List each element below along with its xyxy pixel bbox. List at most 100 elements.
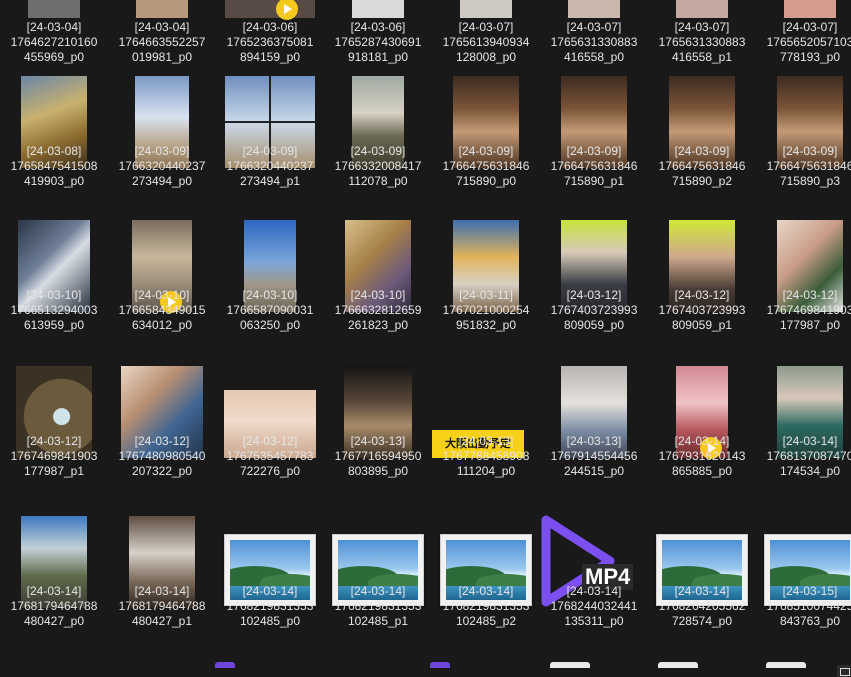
view-toggle-icon[interactable] — [837, 665, 851, 677]
file-name-label: 480427_p1 — [131, 614, 193, 628]
file-name-label: 1765613940934 — [442, 35, 530, 49]
file-name-label: 1765652057103 — [766, 35, 851, 49]
file-name-label: 019981_p0 — [131, 50, 193, 64]
file-name-label: 1767403723993 — [658, 303, 746, 317]
file-tile[interactable]: [24-03-07] 1765631330883 416558_p0 — [540, 0, 648, 85]
file-tile[interactable]: [24-03-13] 1767716594950 803895_p0 — [324, 366, 432, 511]
file-name-label: 1767768458908 — [442, 449, 530, 463]
file-name-label: 894159_p0 — [239, 50, 301, 64]
file-name-label: 1767535457783 — [226, 449, 314, 463]
file-date-label: [24-03-09] — [782, 144, 838, 158]
file-tile[interactable]: [24-03-07] 1765631330883 416558_p1 — [648, 0, 756, 85]
file-grid: [24-03-04] 1764627210160 455969_p0 [24-03-0… — [0, 0, 851, 677]
file-name-label: 613959_p0 — [23, 318, 85, 332]
scroll-hint-right2 — [658, 662, 698, 668]
file-date-label: [24-03-09] — [350, 144, 406, 158]
file-name-label: 1768244032441 — [550, 599, 638, 613]
file-name-label: 728574_p0 — [671, 614, 733, 628]
file-name-label: 1766320440237 — [226, 159, 314, 173]
file-name-label: 1766475631846 — [658, 159, 746, 173]
file-tile[interactable]: [24-03-12] 1767403723993 809059_p0 — [540, 220, 648, 365]
file-name-label: 1766475631846 — [550, 159, 638, 173]
file-tile[interactable]: [24-03-04] 1764627210160 455969_p0 — [0, 0, 108, 85]
file-tile[interactable]: [24-03-07] 1765613940934 128008_p0 — [432, 0, 540, 85]
file-name-label: 1766332008417 — [334, 159, 422, 173]
file-tile[interactable]: [24-03-09] 1766475631846 715890_p1 — [540, 76, 648, 221]
file-tile[interactable]: [24-03-10] 1766584349015 634012_p0 — [108, 220, 216, 365]
file-tile[interactable]: [24-03-10] 1766632812659 261823_p0 — [324, 220, 432, 365]
file-date-label: [24-03-06] — [242, 20, 298, 34]
file-name-label: 1767469841903 — [10, 449, 98, 463]
file-name-label: 1764627210160 — [10, 35, 98, 49]
file-tile[interactable]: [24-03-06] 1765236375081 894159_p0 — [216, 0, 324, 85]
file-date-label: [24-03-13] — [566, 434, 622, 448]
file-tile[interactable]: [24-03-15] 1768510074425 843763_p0 — [756, 516, 851, 661]
file-tile[interactable]: [24-03-09] 1766475631846 715890_p3 — [756, 76, 851, 221]
file-tile[interactable]: 大阪出勤予定 [24-03-13] 1767768458908 111204_p0 — [432, 366, 540, 511]
file-tile[interactable]: MP4 [24-03-14] 1768244032441 135311_p0 — [540, 515, 648, 661]
file-date-label: [24-03-14] — [134, 584, 190, 598]
file-tile[interactable]: [24-03-14] 1767931620143 865885_p0 — [648, 366, 756, 511]
file-name-label: 918181_p0 — [347, 50, 409, 64]
file-name-label: 102485_p0 — [239, 614, 301, 628]
file-tile[interactable]: [24-03-14] 1768219831353 102485_p0 — [216, 516, 324, 661]
file-name-label: 1766320440237 — [118, 159, 206, 173]
file-name-label: 1766475631846 — [442, 159, 530, 173]
file-tile[interactable]: [24-03-08] 1765847541508 419903_p0 — [0, 76, 108, 221]
file-date-label: [24-03-12] — [674, 288, 730, 302]
file-name-label: 865885_p0 — [671, 464, 733, 478]
file-tile[interactable]: [24-03-07] 1765652057103 778193_p0 — [756, 0, 851, 85]
file-tile[interactable]: [24-03-10] 1766587090031 063250_p0 — [216, 220, 324, 365]
file-name-label: 803895_p0 — [347, 464, 409, 478]
file-tile[interactable]: [24-03-11] 1767021000254 951832_p0 — [432, 220, 540, 365]
file-name-label: 1767716594950 — [334, 449, 422, 463]
file-name-label: 102485_p1 — [347, 614, 409, 628]
file-date-label: [24-03-14] — [674, 434, 730, 448]
file-date-label: [24-03-12] — [26, 434, 82, 448]
file-date-label: [24-03-10] — [134, 288, 190, 302]
file-tile[interactable]: [24-03-06] 1765287430691 918181_p0 — [324, 0, 432, 85]
file-date-label: [24-03-08] — [26, 144, 82, 158]
file-name-label: 480427_p0 — [23, 614, 85, 628]
file-tile[interactable]: [24-03-13] 1767914554456 244515_p0 — [540, 366, 648, 511]
file-tile[interactable]: [24-03-14] 1768219831353 102485_p2 — [432, 516, 540, 661]
file-tile[interactable]: [24-03-12] 1767535457783 722276_p0 — [216, 366, 324, 511]
file-date-label: [24-03-13] — [350, 434, 406, 448]
file-name-label: 1768219831353 — [334, 599, 422, 613]
file-tile[interactable]: [24-03-14] 1768219831353 102485_p1 — [324, 516, 432, 661]
file-name-label: 112078_p0 — [348, 174, 408, 188]
file-name-label: 1768219831353 — [226, 599, 314, 613]
file-name-label: 1768510074425 — [766, 599, 851, 613]
file-tile[interactable]: [24-03-14] 1768264205562 728574_p0 — [648, 516, 756, 661]
file-tile[interactable]: [24-03-09] 1766332008417 112078_p0 — [324, 76, 432, 221]
file-name-label: 843763_p0 — [779, 614, 841, 628]
file-name-label: 1765236375081 — [226, 35, 314, 49]
file-tile[interactable]: [24-03-14] 1768137087470 174534_p0 — [756, 366, 851, 511]
thumbnail — [352, 0, 404, 18]
file-tile[interactable]: [24-03-12] 1767469841903 177987_p1 — [0, 366, 108, 511]
file-tile[interactable]: [24-03-09] 1766475631846 715890_p0 — [432, 76, 540, 221]
thumbnail — [568, 0, 620, 18]
file-date-label: [24-03-11] — [459, 288, 513, 302]
file-name-label: 244515_p0 — [563, 464, 625, 478]
file-tile[interactable]: [24-03-12] 1767469841903 177987_p0 — [756, 220, 851, 365]
file-date-label: [24-03-14] — [674, 584, 730, 598]
file-tile[interactable]: [24-03-09] 1766475631846 715890_p2 — [648, 76, 756, 221]
file-tile[interactable]: [24-03-04] 1764663552257 019981_p0 — [108, 0, 216, 85]
file-tile[interactable]: [24-03-09] 1766320440237 273494_p0 — [108, 76, 216, 221]
file-tile[interactable]: [24-03-12] 1767403723993 809059_p1 — [648, 220, 756, 365]
file-date-label: [24-03-15] — [782, 584, 838, 598]
file-tile[interactable]: [24-03-09] 1766320440237 273494_p1 — [216, 76, 324, 221]
file-tile[interactable]: [24-03-14] 1768179464788 480427_p1 — [108, 516, 216, 661]
file-tile[interactable]: [24-03-10] 1766513294003 613959_p0 — [0, 220, 108, 365]
file-date-label: [24-03-07] — [674, 20, 730, 34]
file-name-label: 416558_p0 — [563, 50, 625, 64]
file-name-label: 1768219831353 — [442, 599, 530, 613]
file-tile[interactable]: [24-03-12] 1767480980540 207322_p0 — [108, 366, 216, 511]
file-date-label: [24-03-09] — [458, 144, 514, 158]
scroll-hint-right3 — [766, 662, 806, 668]
thumbnail — [676, 0, 728, 18]
file-tile[interactable]: [24-03-14] 1768179464788 480427_p0 — [0, 516, 108, 661]
file-name-label: 809059_p1 — [671, 318, 733, 332]
file-date-label: [24-03-12] — [242, 434, 298, 448]
